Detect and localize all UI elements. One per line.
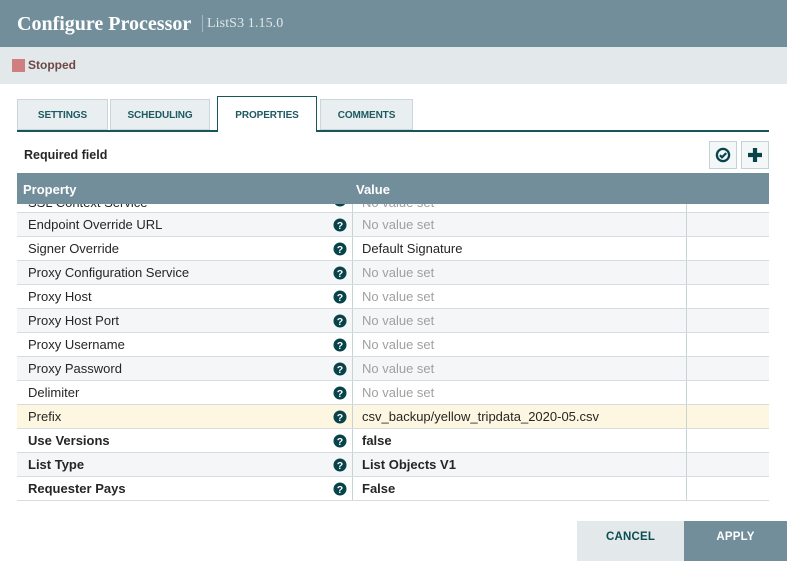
svg-text:?: ?	[337, 340, 343, 352]
svg-text:?: ?	[337, 412, 343, 424]
svg-text:?: ?	[337, 484, 343, 496]
svg-text:?: ?	[337, 436, 343, 448]
svg-text:?: ?	[337, 204, 343, 207]
svg-text:?: ?	[337, 388, 343, 400]
svg-text:?: ?	[337, 316, 343, 328]
svg-text:?: ?	[337, 364, 343, 376]
svg-text:?: ?	[337, 460, 343, 472]
svg-text:?: ?	[337, 292, 343, 304]
svg-text:?: ?	[337, 268, 343, 280]
svg-text:?: ?	[337, 244, 343, 256]
svg-text:?: ?	[337, 220, 343, 232]
